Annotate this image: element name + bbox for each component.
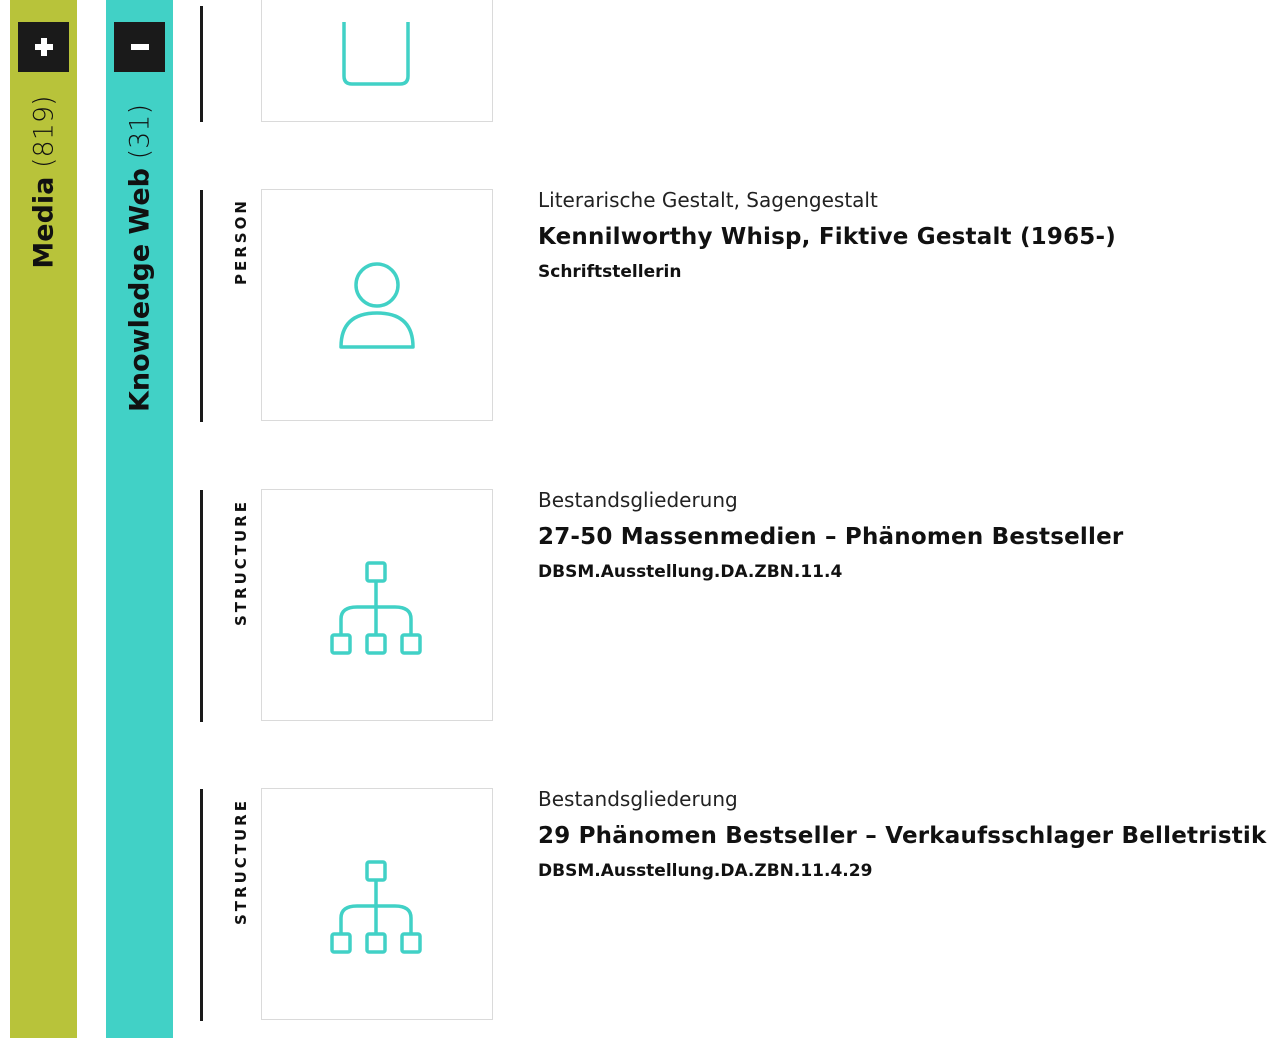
knowledge-web-count: (31)	[124, 103, 155, 160]
media-panel-label[interactable]: Media (819)	[28, 95, 59, 269]
item-thumbnail[interactable]	[261, 788, 493, 1020]
type-rule	[200, 789, 203, 1021]
item-category: Bestandsgliederung	[538, 488, 738, 512]
item-meta: Literarische Gestalt, Sagengestalt Kenni…	[538, 188, 1116, 282]
item-title[interactable]: 27-50 Massenmedien – Phänomen Bestseller	[538, 524, 1123, 556]
item-type-label: PERSON	[232, 198, 250, 285]
page: Media (819) Knowledge Web (31) PERSON Li…	[0, 0, 1281, 1038]
list-item[interactable]: STRUCTURE Bestandsgliederung 27-50 Masse…	[200, 488, 1281, 724]
item-type-label: STRUCTURE	[232, 798, 250, 925]
plus-icon	[34, 38, 53, 56]
list-item[interactable]	[200, 0, 1281, 124]
hierarchy-icon	[330, 561, 422, 655]
media-count: (819)	[28, 95, 59, 169]
list-item[interactable]: STRUCTURE Bestandsgliederung 29 Phänomen…	[200, 787, 1281, 1023]
minus-icon	[130, 44, 149, 50]
type-rule	[200, 190, 203, 422]
media-expand-button[interactable]	[18, 22, 69, 72]
item-title[interactable]: 29 Phänomen Bestseller – Verkaufsschlage…	[538, 823, 1266, 855]
media-label-text: Media	[28, 176, 59, 269]
item-thumbnail[interactable]	[261, 0, 493, 122]
item-type-label: STRUCTURE	[232, 499, 250, 626]
item-meta: Bestandsgliederung 29 Phänomen Bestselle…	[538, 787, 1266, 881]
type-rule	[200, 6, 203, 122]
item-title[interactable]: Kennilworthy Whisp, Fiktive Gestalt (196…	[538, 224, 1116, 256]
item-subtitle: DBSM.Ausstellung.DA.ZBN.11.4.29	[538, 861, 873, 881]
item-category: Literarische Gestalt, Sagengestalt	[538, 188, 878, 212]
item-category: Bestandsgliederung	[538, 787, 738, 811]
item-meta: Bestandsgliederung 27-50 Massenmedien – …	[538, 488, 1123, 582]
knowledge-web-collapse-button[interactable]	[114, 22, 165, 72]
list-item[interactable]: PERSON Literarische Gestalt, Sagengestal…	[200, 188, 1281, 424]
type-rule	[200, 490, 203, 722]
placeholder-icon	[342, 22, 410, 86]
knowledge-web-panel[interactable]: Knowledge Web (31)	[106, 0, 173, 1038]
item-thumbnail[interactable]	[261, 489, 493, 721]
media-panel[interactable]: Media (819)	[10, 0, 77, 1038]
knowledge-web-label-text: Knowledge Web	[124, 168, 155, 413]
knowledge-web-panel-label[interactable]: Knowledge Web (31)	[124, 103, 155, 413]
item-subtitle: DBSM.Ausstellung.DA.ZBN.11.4	[538, 562, 843, 582]
person-icon	[339, 262, 415, 349]
item-thumbnail[interactable]	[261, 189, 493, 421]
hierarchy-icon	[330, 860, 422, 954]
item-subtitle: Schriftstellerin	[538, 262, 682, 282]
